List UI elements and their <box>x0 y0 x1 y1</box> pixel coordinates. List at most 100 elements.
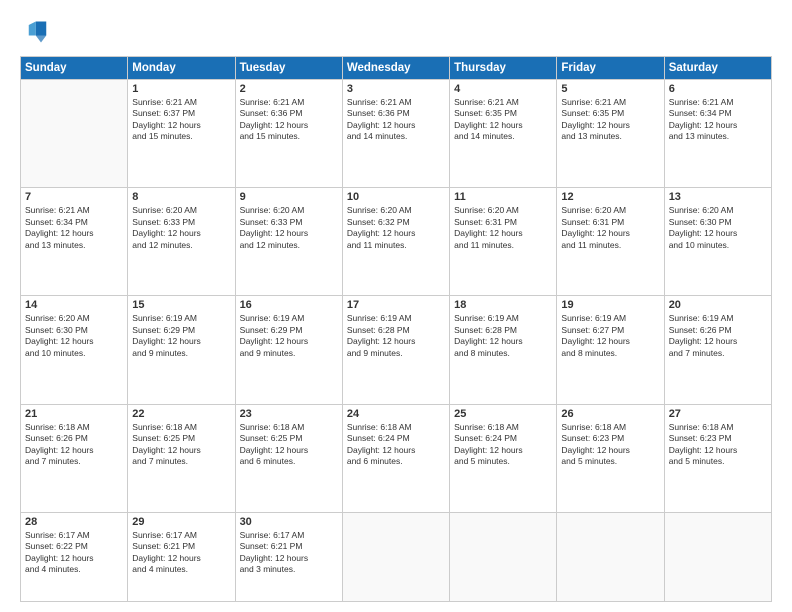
day-info: Sunrise: 6:18 AM Sunset: 6:23 PM Dayligh… <box>669 422 767 468</box>
day-number: 6 <box>669 83 767 95</box>
day-info: Sunrise: 6:18 AM Sunset: 6:25 PM Dayligh… <box>132 422 230 468</box>
day-number: 16 <box>240 299 338 311</box>
day-number: 21 <box>25 408 123 420</box>
day-number: 9 <box>240 191 338 203</box>
logo-icon <box>20 18 48 46</box>
calendar-cell: 20 Sunrise: 6:19 AM Sunset: 6:26 PM Dayli… <box>664 296 771 404</box>
day-number: 19 <box>561 299 659 311</box>
day-number: 15 <box>132 299 230 311</box>
week-row-4: 21 Sunrise: 6:18 AM Sunset: 6:26 PM Dayli… <box>21 404 772 512</box>
weekday-header-friday: Friday <box>557 57 664 80</box>
day-info: Sunrise: 6:20 AM Sunset: 6:33 PM Dayligh… <box>240 205 338 251</box>
day-number: 29 <box>132 516 230 528</box>
day-info: Sunrise: 6:21 AM Sunset: 6:35 PM Dayligh… <box>454 97 552 143</box>
weekday-header-saturday: Saturday <box>664 57 771 80</box>
day-number: 3 <box>347 83 445 95</box>
day-info: Sunrise: 6:21 AM Sunset: 6:36 PM Dayligh… <box>347 97 445 143</box>
day-number: 5 <box>561 83 659 95</box>
calendar-cell: 4 Sunrise: 6:21 AM Sunset: 6:35 PM Daylig… <box>450 80 557 188</box>
day-info: Sunrise: 6:17 AM Sunset: 6:21 PM Dayligh… <box>132 530 230 576</box>
day-info: Sunrise: 6:18 AM Sunset: 6:26 PM Dayligh… <box>25 422 123 468</box>
calendar-cell: 26 Sunrise: 6:18 AM Sunset: 6:23 PM Dayli… <box>557 404 664 512</box>
calendar-cell: 10 Sunrise: 6:20 AM Sunset: 6:32 PM Dayli… <box>342 188 449 296</box>
calendar-cell: 1 Sunrise: 6:21 AM Sunset: 6:37 PM Daylig… <box>128 80 235 188</box>
day-info: Sunrise: 6:20 AM Sunset: 6:31 PM Dayligh… <box>454 205 552 251</box>
day-info: Sunrise: 6:20 AM Sunset: 6:33 PM Dayligh… <box>132 205 230 251</box>
day-info: Sunrise: 6:21 AM Sunset: 6:37 PM Dayligh… <box>132 97 230 143</box>
week-row-3: 14 Sunrise: 6:20 AM Sunset: 6:30 PM Dayli… <box>21 296 772 404</box>
day-info: Sunrise: 6:18 AM Sunset: 6:24 PM Dayligh… <box>347 422 445 468</box>
day-number: 14 <box>25 299 123 311</box>
calendar-cell: 7 Sunrise: 6:21 AM Sunset: 6:34 PM Daylig… <box>21 188 128 296</box>
day-info: Sunrise: 6:21 AM Sunset: 6:36 PM Dayligh… <box>240 97 338 143</box>
day-number: 28 <box>25 516 123 528</box>
day-number: 22 <box>132 408 230 420</box>
day-number: 20 <box>669 299 767 311</box>
day-info: Sunrise: 6:21 AM Sunset: 6:35 PM Dayligh… <box>561 97 659 143</box>
day-info: Sunrise: 6:20 AM Sunset: 6:30 PM Dayligh… <box>25 313 123 359</box>
day-number: 18 <box>454 299 552 311</box>
day-info: Sunrise: 6:19 AM Sunset: 6:29 PM Dayligh… <box>240 313 338 359</box>
day-info: Sunrise: 6:19 AM Sunset: 6:29 PM Dayligh… <box>132 313 230 359</box>
weekday-header-wednesday: Wednesday <box>342 57 449 80</box>
calendar-cell: 3 Sunrise: 6:21 AM Sunset: 6:36 PM Daylig… <box>342 80 449 188</box>
calendar-cell <box>342 512 449 601</box>
weekday-header-thursday: Thursday <box>450 57 557 80</box>
day-info: Sunrise: 6:21 AM Sunset: 6:34 PM Dayligh… <box>25 205 123 251</box>
day-number: 2 <box>240 83 338 95</box>
day-info: Sunrise: 6:19 AM Sunset: 6:26 PM Dayligh… <box>669 313 767 359</box>
calendar-cell <box>557 512 664 601</box>
calendar-cell: 28 Sunrise: 6:17 AM Sunset: 6:22 PM Dayli… <box>21 512 128 601</box>
day-number: 23 <box>240 408 338 420</box>
calendar-cell: 21 Sunrise: 6:18 AM Sunset: 6:26 PM Dayli… <box>21 404 128 512</box>
logo <box>20 18 52 46</box>
calendar-cell: 19 Sunrise: 6:19 AM Sunset: 6:27 PM Dayli… <box>557 296 664 404</box>
day-info: Sunrise: 6:20 AM Sunset: 6:31 PM Dayligh… <box>561 205 659 251</box>
day-number: 24 <box>347 408 445 420</box>
week-row-5: 28 Sunrise: 6:17 AM Sunset: 6:22 PM Dayli… <box>21 512 772 601</box>
day-info: Sunrise: 6:19 AM Sunset: 6:28 PM Dayligh… <box>347 313 445 359</box>
day-info: Sunrise: 6:18 AM Sunset: 6:24 PM Dayligh… <box>454 422 552 468</box>
calendar-cell: 17Sunrise: 6:19 AM Sunset: 6:28 PM Dayli… <box>342 296 449 404</box>
day-number: 4 <box>454 83 552 95</box>
calendar-cell: 25 Sunrise: 6:18 AM Sunset: 6:24 PM Dayli… <box>450 404 557 512</box>
calendar-cell: 16 Sunrise: 6:19 AM Sunset: 6:29 PM Dayli… <box>235 296 342 404</box>
calendar-cell: 8 Sunrise: 6:20 AM Sunset: 6:33 PM Daylig… <box>128 188 235 296</box>
calendar-cell <box>21 80 128 188</box>
day-info: Sunrise: 6:18 AM Sunset: 6:23 PM Dayligh… <box>561 422 659 468</box>
calendar-cell: 27 Sunrise: 6:18 AM Sunset: 6:23 PM Dayli… <box>664 404 771 512</box>
day-info: Sunrise: 6:21 AM Sunset: 6:34 PM Dayligh… <box>669 97 767 143</box>
calendar-cell: 5 Sunrise: 6:21 AM Sunset: 6:35 PM Daylig… <box>557 80 664 188</box>
day-number: 13 <box>669 191 767 203</box>
day-info: Sunrise: 6:17 AM Sunset: 6:21 PM Dayligh… <box>240 530 338 576</box>
day-info: Sunrise: 6:20 AM Sunset: 6:32 PM Dayligh… <box>347 205 445 251</box>
day-number: 25 <box>454 408 552 420</box>
calendar-cell <box>664 512 771 601</box>
day-number: 8 <box>132 191 230 203</box>
calendar-cell: 6 Sunrise: 6:21 AM Sunset: 6:34 PM Daylig… <box>664 80 771 188</box>
day-number: 1 <box>132 83 230 95</box>
calendar-table: SundayMondayTuesdayWednesdayThursdayFrid… <box>20 56 772 602</box>
day-number: 27 <box>669 408 767 420</box>
calendar-cell: 12 Sunrise: 6:20 AM Sunset: 6:31 PM Dayli… <box>557 188 664 296</box>
page: SundayMondayTuesdayWednesdayThursdayFrid… <box>0 0 792 612</box>
day-info: Sunrise: 6:18 AM Sunset: 6:25 PM Dayligh… <box>240 422 338 468</box>
calendar-cell: 18Sunrise: 6:19 AM Sunset: 6:28 PM Dayli… <box>450 296 557 404</box>
calendar-cell: 13 Sunrise: 6:20 AM Sunset: 6:30 PM Dayli… <box>664 188 771 296</box>
weekday-header-row: SundayMondayTuesdayWednesdayThursdayFrid… <box>21 57 772 80</box>
day-info: Sunrise: 6:17 AM Sunset: 6:22 PM Dayligh… <box>25 530 123 576</box>
day-info: Sunrise: 6:19 AM Sunset: 6:27 PM Dayligh… <box>561 313 659 359</box>
day-number: 7 <box>25 191 123 203</box>
calendar-cell: 22 Sunrise: 6:18 AM Sunset: 6:25 PM Dayli… <box>128 404 235 512</box>
day-info: Sunrise: 6:20 AM Sunset: 6:30 PM Dayligh… <box>669 205 767 251</box>
week-row-1: 1 Sunrise: 6:21 AM Sunset: 6:37 PM Daylig… <box>21 80 772 188</box>
day-number: 26 <box>561 408 659 420</box>
calendar-cell: 29 Sunrise: 6:17 AM Sunset: 6:21 PM Dayli… <box>128 512 235 601</box>
weekday-header-sunday: Sunday <box>21 57 128 80</box>
day-number: 11 <box>454 191 552 203</box>
calendar-cell: 2 Sunrise: 6:21 AM Sunset: 6:36 PM Daylig… <box>235 80 342 188</box>
calendar-cell: 15 Sunrise: 6:19 AM Sunset: 6:29 PM Dayli… <box>128 296 235 404</box>
day-number: 10 <box>347 191 445 203</box>
day-number: 30 <box>240 516 338 528</box>
day-number: 12 <box>561 191 659 203</box>
